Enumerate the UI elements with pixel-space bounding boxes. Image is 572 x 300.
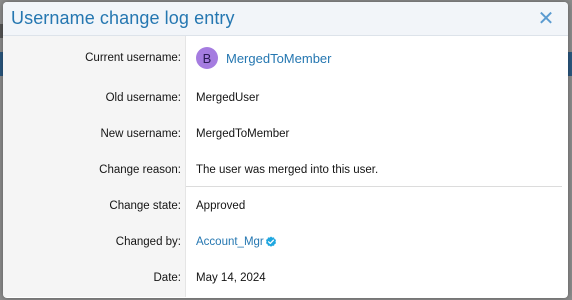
dialog-header: Username change log entry ✕	[3, 2, 568, 36]
date-label: Date:	[153, 272, 182, 284]
change-reason-value: The user was merged into this user.	[196, 164, 379, 176]
change-reason-label: Change reason:	[99, 164, 181, 176]
row-current-username: Current username: B MergedToMember	[3, 40, 568, 76]
dialog-body: Current username: B MergedToMember Old u…	[3, 36, 568, 297]
row-old-username: Old username: MergedUser	[3, 80, 568, 116]
close-icon[interactable]: ✕	[536, 8, 556, 30]
verified-badge-icon	[265, 236, 277, 248]
changed-by-value: Account_Mgr	[186, 236, 277, 248]
dialog-title: Username change log entry	[11, 8, 235, 28]
row-new-username: New username: MergedToMember	[3, 116, 568, 152]
avatar[interactable]: B	[196, 47, 218, 69]
current-username-value: B MergedToMember	[186, 47, 332, 69]
date-value: May 14, 2024	[196, 272, 266, 284]
username-change-dialog: Username change log entry ✕ Current user…	[3, 2, 568, 298]
row-date: Date: May 14, 2024	[3, 260, 568, 296]
old-username-value: MergedUser	[196, 92, 260, 104]
new-username-value: MergedToMember	[196, 128, 290, 140]
new-username-label: New username:	[100, 128, 181, 140]
change-state-value: Approved	[196, 200, 246, 212]
current-username-link[interactable]: MergedToMember	[226, 51, 332, 66]
change-state-label: Change state:	[109, 200, 181, 212]
current-username-label: Current username:	[85, 52, 181, 64]
row-change-reason: Change reason: The user was merged into …	[3, 152, 568, 188]
changed-by-label: Changed by:	[115, 236, 181, 248]
changed-by-user-link[interactable]: Account_Mgr	[196, 236, 264, 248]
old-username-label: Old username:	[105, 92, 181, 104]
section-divider	[186, 186, 562, 187]
row-change-state: Change state: Approved	[3, 188, 568, 224]
row-changed-by: Changed by: Account_Mgr	[3, 224, 568, 260]
